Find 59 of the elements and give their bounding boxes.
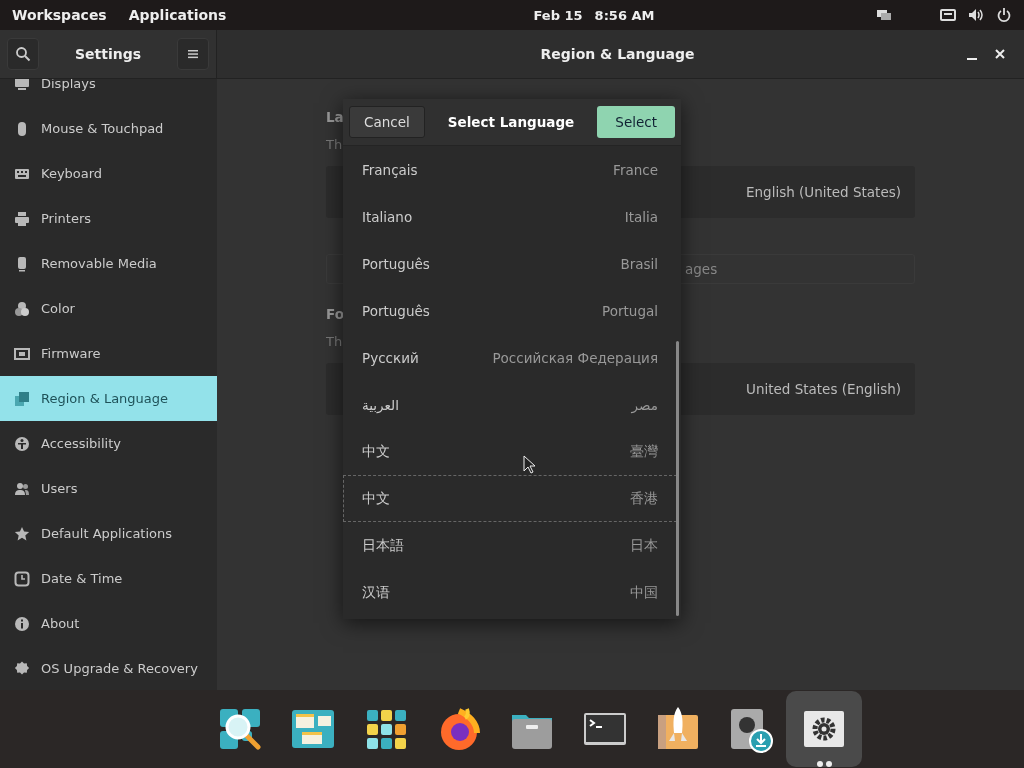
date-label[interactable]: Feb 15 — [533, 7, 583, 23]
info-icon — [14, 615, 30, 632]
printer-icon — [14, 210, 30, 227]
sidebar-item[interactable]: Default Applications — [0, 511, 217, 556]
sidebar-item[interactable]: About — [0, 601, 217, 646]
language-row[interactable]: Português Brasil — [343, 240, 677, 287]
seal-icon — [14, 660, 30, 677]
search-button[interactable] — [7, 38, 39, 70]
sidebar-item[interactable]: Displays — [0, 79, 217, 106]
sidebar-item[interactable]: Color — [0, 286, 217, 331]
pointer-icon — [523, 455, 536, 474]
language-icon — [14, 390, 30, 407]
running-indicator — [816, 761, 832, 767]
sidebar-item[interactable]: Keyboard — [0, 151, 217, 196]
sidebar-item[interactable]: Firmware — [0, 331, 217, 376]
star-icon — [14, 525, 30, 542]
sidebar-item[interactable]: Accessibility — [0, 421, 217, 466]
search-icon — [15, 46, 31, 62]
sidebar-item[interactable]: Date & Time — [0, 556, 217, 601]
close-icon — [994, 48, 1006, 60]
section-hint: Th — [326, 137, 343, 152]
clock-icon — [14, 570, 30, 587]
sidebar-item[interactable]: Removable Media — [0, 241, 217, 286]
language-row[interactable]: 日本語 日本 — [343, 522, 677, 569]
minimize-icon — [967, 58, 977, 60]
language-row[interactable]: Italiano Italia — [343, 193, 677, 240]
monitors-icon[interactable] — [876, 7, 892, 23]
language-row[interactable]: 中文 臺灣 — [343, 428, 677, 475]
power-icon[interactable] — [996, 7, 1012, 23]
accessibility-icon — [14, 435, 30, 452]
language-row[interactable]: Русский Российская Федерация — [343, 334, 677, 381]
language-row[interactable]: Português Portugal — [343, 287, 677, 334]
scrollbar[interactable] — [676, 341, 679, 616]
language-row[interactable]: 汉语 中国 — [343, 569, 677, 616]
display-icon — [14, 79, 30, 92]
applications-menu[interactable]: Applications — [128, 7, 227, 23]
users-icon — [14, 480, 30, 497]
language-row[interactable]: Français France — [343, 146, 677, 193]
keyboard-icon[interactable] — [940, 7, 956, 23]
language-row[interactable]: العربية مصر — [343, 381, 677, 428]
chip-icon — [14, 345, 30, 362]
window-title: Region & Language — [539, 46, 696, 62]
volume-icon[interactable] — [968, 7, 984, 23]
workspaces-menu[interactable]: Workspaces — [12, 7, 107, 23]
circles-icon — [14, 300, 30, 317]
sidebar-item[interactable]: Users — [0, 466, 217, 511]
section-heading: Fo — [326, 306, 344, 322]
sidebar-item[interactable]: OS Upgrade & Recovery — [0, 646, 217, 690]
menu-button[interactable] — [177, 38, 209, 70]
clock-label[interactable]: 8:56 AM — [594, 7, 655, 23]
sidebar-item[interactable]: Mouse & Touchpad — [0, 106, 217, 151]
select-button[interactable]: Select — [597, 106, 675, 138]
sidebar-item[interactable]: Region & Language — [0, 376, 217, 421]
dialog-title: Select Language — [447, 114, 575, 130]
cancel-button[interactable]: Cancel — [349, 106, 425, 138]
sidebar-item[interactable]: Printers — [0, 196, 217, 241]
section-hint: Th — [326, 334, 343, 349]
section-heading: La — [326, 109, 344, 125]
sidebar-title: Settings — [74, 46, 142, 62]
